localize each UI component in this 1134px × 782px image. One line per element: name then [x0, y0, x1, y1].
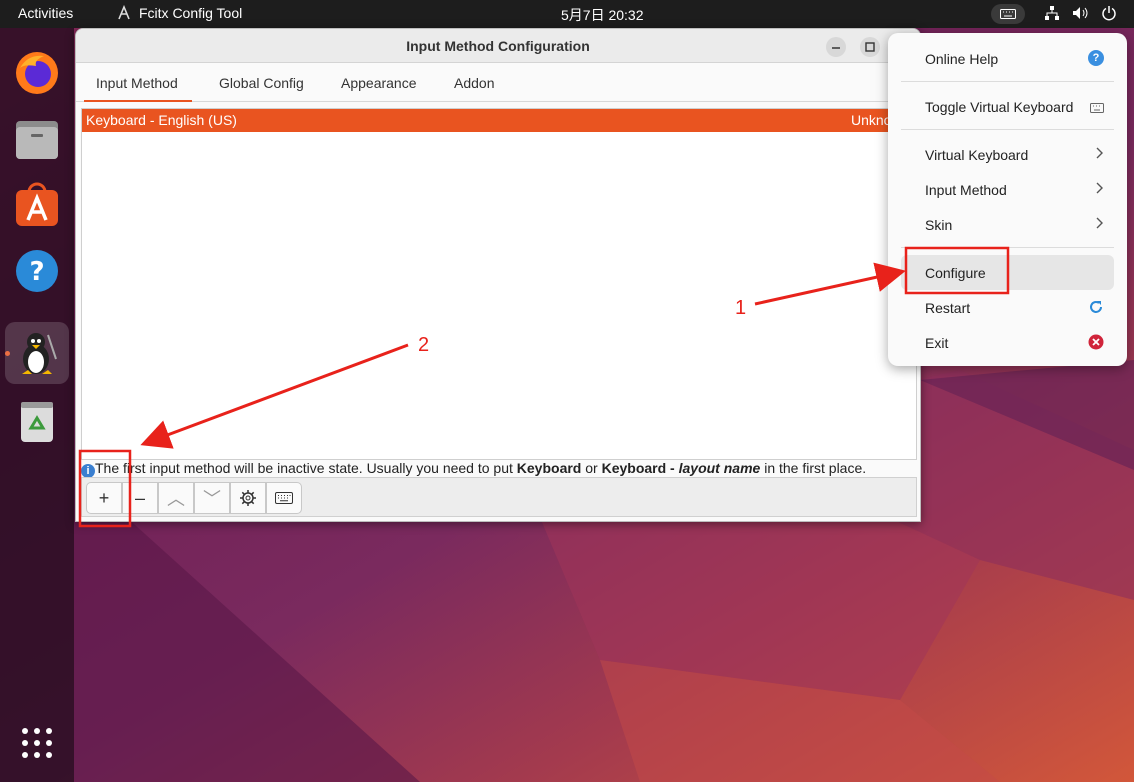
exit-icon	[1088, 334, 1104, 353]
menu-item-restart[interactable]: Restart	[901, 290, 1114, 325]
clock[interactable]: 5月7日 20:32	[561, 5, 644, 25]
move-down-button[interactable]: ﹀	[194, 482, 230, 514]
list-toolbar: + – ︿ ﹀	[81, 477, 917, 517]
annotation-label-1: 1	[735, 297, 747, 319]
minimize-button[interactable]	[826, 37, 846, 57]
keyboard-icon	[275, 492, 293, 504]
info-bold-keyboard-layout: Keyboard -	[601, 460, 679, 476]
menu-item-label: Configure	[925, 265, 986, 281]
volume-icon[interactable]	[1072, 5, 1090, 24]
list-item[interactable]: Keyboard - English (US) Unkno	[82, 109, 916, 132]
menu-item-exit[interactable]: Exit	[901, 325, 1114, 360]
app-menu[interactable]: Fcitx Config Tool	[139, 5, 242, 21]
menu-item-label: Virtual Keyboard	[925, 147, 1029, 163]
input-method-list[interactable]: Keyboard - English (US) Unkno	[81, 108, 917, 460]
menu-item-online-help[interactable]: Online Help ?	[901, 41, 1114, 76]
maximize-button[interactable]	[860, 37, 880, 57]
menu-separator	[901, 81, 1114, 82]
info-icon: i	[81, 464, 95, 478]
annotation-label-2: 2	[418, 334, 430, 356]
menu-item-label: Online Help	[925, 51, 999, 67]
firefox-icon[interactable]	[5, 42, 69, 104]
power-icon[interactable]	[1101, 5, 1117, 24]
dock: ?	[0, 28, 74, 782]
menu-item-toggle-virtual-keyboard[interactable]: Toggle Virtual Keyboard	[901, 89, 1114, 124]
window-title: Input Method Configuration	[406, 38, 590, 54]
menu-item-input-method[interactable]: Input Method	[901, 172, 1114, 207]
chevron-right-icon	[1094, 146, 1104, 163]
show-apps-icon[interactable]	[20, 726, 54, 765]
info-bold-keyboard: Keyboard	[516, 460, 582, 476]
menu-item-virtual-keyboard[interactable]: Virtual Keyboard	[901, 137, 1114, 172]
tab-input-method[interactable]: Input Method	[84, 64, 192, 102]
top-bar: Activities Fcitx Config Tool 5月7日 20:32	[0, 0, 1134, 28]
info-text-or: or	[581, 460, 602, 476]
svg-text:?: ?	[29, 257, 44, 287]
info-text: The first input method will be inactive …	[95, 460, 517, 476]
menu-item-label: Toggle Virtual Keyboard	[925, 99, 1074, 115]
chevron-right-icon	[1094, 181, 1104, 198]
app-icon	[116, 4, 132, 24]
files-icon[interactable]	[5, 108, 69, 170]
info-text-end: in the first place.	[760, 460, 867, 476]
move-up-button[interactable]: ︿	[158, 482, 194, 514]
menu-item-configure[interactable]: Configure	[901, 255, 1114, 290]
help-icon: ?	[1088, 50, 1104, 66]
list-item-status: Unkno	[851, 112, 892, 128]
trash-icon[interactable]	[5, 390, 69, 452]
input-method-config-window: Input Method Configuration Input Method …	[75, 28, 921, 522]
title-bar[interactable]: Input Method Configuration	[76, 29, 920, 63]
tab-addon[interactable]: Addon	[454, 64, 494, 102]
fcitx-config-dock-icon[interactable]	[5, 322, 69, 384]
menu-item-label: Input Method	[925, 182, 1007, 198]
chevron-right-icon	[1094, 216, 1104, 233]
tab-appearance[interactable]: Appearance	[341, 64, 417, 102]
menu-item-label: Exit	[925, 335, 949, 351]
help-icon[interactable]: ?	[5, 240, 69, 302]
menu-item-label: Skin	[925, 217, 953, 233]
menu-separator	[901, 129, 1114, 130]
menu-item-label: Restart	[925, 300, 971, 316]
restart-icon	[1088, 299, 1104, 318]
fcitx-keyboard-tray-icon[interactable]	[991, 4, 1025, 24]
keyboard-icon	[1090, 100, 1104, 116]
menu-separator	[901, 247, 1114, 248]
menu-item-skin[interactable]: Skin	[901, 207, 1114, 242]
tab-global-config[interactable]: Global Config	[219, 64, 304, 102]
info-italic-layout-name: layout name	[678, 460, 761, 476]
gear-icon	[240, 490, 256, 506]
network-icon[interactable]	[1044, 5, 1060, 24]
add-input-method-button[interactable]: +	[86, 482, 122, 514]
list-item-name: Keyboard - English (US)	[86, 112, 237, 128]
fcitx-tray-menu: Online Help ? Toggle Virtual Keyboard Vi…	[888, 33, 1127, 366]
remove-input-method-button[interactable]: –	[122, 482, 158, 514]
tab-bar: Input Method Global Config Appearance Ad…	[76, 64, 920, 102]
configure-input-method-button[interactable]	[230, 482, 266, 514]
keyboard-layout-button[interactable]	[266, 482, 302, 514]
activities-button[interactable]: Activities	[18, 5, 73, 21]
app-center-icon[interactable]	[5, 174, 69, 236]
